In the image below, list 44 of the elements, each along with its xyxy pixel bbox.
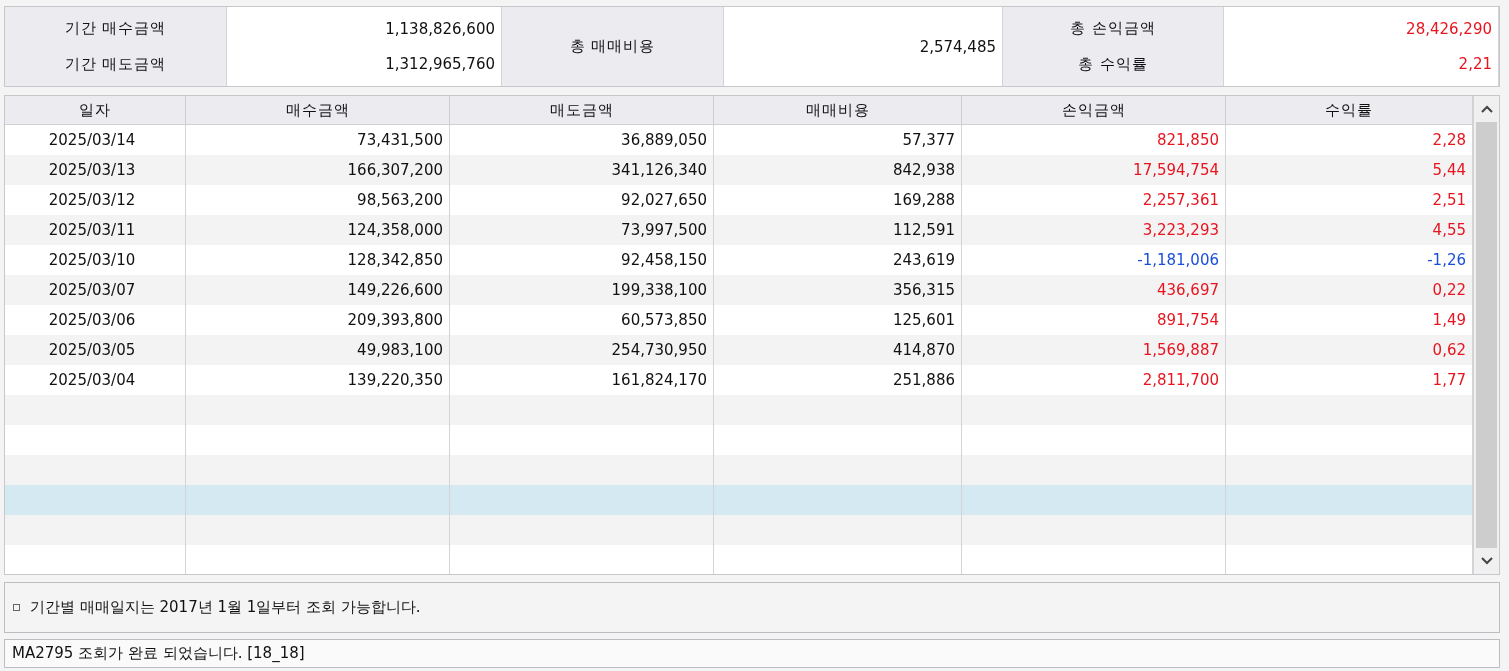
table-row[interactable]: 2025/03/13 166,307,200 341,126,340 842,938 17,594,754 5,44 bbox=[5, 155, 1473, 186]
column-header: 매매비용 bbox=[714, 96, 962, 125]
table-cell: 2025/03/06 bbox=[5, 305, 186, 335]
table-cell: 125,601 bbox=[714, 305, 962, 335]
summary-label: 총 손익금액 bbox=[1070, 19, 1156, 39]
notice-text: 기간별 매매일지는 2017년 1월 1일부터 조회 가능합니다. bbox=[30, 598, 421, 618]
table-cell: 414,870 bbox=[714, 334, 962, 365]
summary-label: 기간 매도금액 bbox=[64, 55, 167, 75]
scrollbar[interactable] bbox=[1473, 96, 1499, 575]
table-row[interactable]: 2025/03/11 124,358,000 73,997,500 112,591 3,223,293 4,55 bbox=[5, 215, 1473, 246]
table-cell: 2025/03/05 bbox=[5, 334, 186, 365]
table-cell: 139,220,350 bbox=[186, 364, 450, 395]
column-header: 매도금액 bbox=[450, 96, 714, 125]
status-text: MA2795 조회가 완료 되었습니다. [18_18] bbox=[12, 643, 305, 663]
summary-label: 기간 매수금액 bbox=[64, 19, 167, 39]
table-row[interactable]: 2025/03/07 149,226,600 199,338,100 356,315 436,697 0,22 bbox=[5, 275, 1473, 305]
summary-value: 2,21 bbox=[1458, 55, 1492, 74]
table-cell: 161,824,170 bbox=[450, 364, 714, 395]
scroll-thumb[interactable] bbox=[1476, 122, 1497, 549]
summary-label: 총 수익률 bbox=[1078, 55, 1148, 75]
table-cell: 2,811,700 bbox=[962, 364, 1226, 395]
summary-value: 2,574,485 bbox=[919, 37, 996, 56]
selected-empty-row[interactable] bbox=[5, 484, 1473, 515]
table-cell: 1,569,887 bbox=[962, 334, 1226, 365]
table-cell: 209,393,800 bbox=[186, 305, 450, 335]
chevron-down-icon bbox=[1480, 557, 1493, 566]
column-header: 손익금액 bbox=[962, 96, 1226, 125]
bullet-icon bbox=[13, 604, 20, 612]
table-cell: 49,983,100 bbox=[186, 334, 450, 365]
empty-row[interactable] bbox=[5, 454, 1473, 485]
summary-value: 28,426,290 bbox=[1406, 20, 1492, 39]
empty-row[interactable] bbox=[5, 394, 1473, 425]
column-header: 일자 bbox=[5, 96, 186, 125]
table-cell: 891,754 bbox=[962, 305, 1226, 335]
summary-value: 1,312,965,760 bbox=[385, 55, 495, 74]
summary-value: 1,138,826,600 bbox=[385, 20, 495, 39]
table-row[interactable]: 2025/03/05 49,983,100 254,730,950 414,870 1,569,887 0,62 bbox=[5, 334, 1473, 365]
table-cell: 254,730,950 bbox=[450, 334, 714, 365]
table-cell: 2025/03/04 bbox=[5, 364, 186, 395]
table-cell: 251,886 bbox=[714, 364, 962, 395]
table-cell: 60,573,850 bbox=[450, 305, 714, 335]
column-header: 매수금액 bbox=[186, 96, 450, 125]
summary-label: 총 매매비용 bbox=[569, 37, 656, 57]
chevron-up-icon bbox=[1480, 105, 1493, 114]
